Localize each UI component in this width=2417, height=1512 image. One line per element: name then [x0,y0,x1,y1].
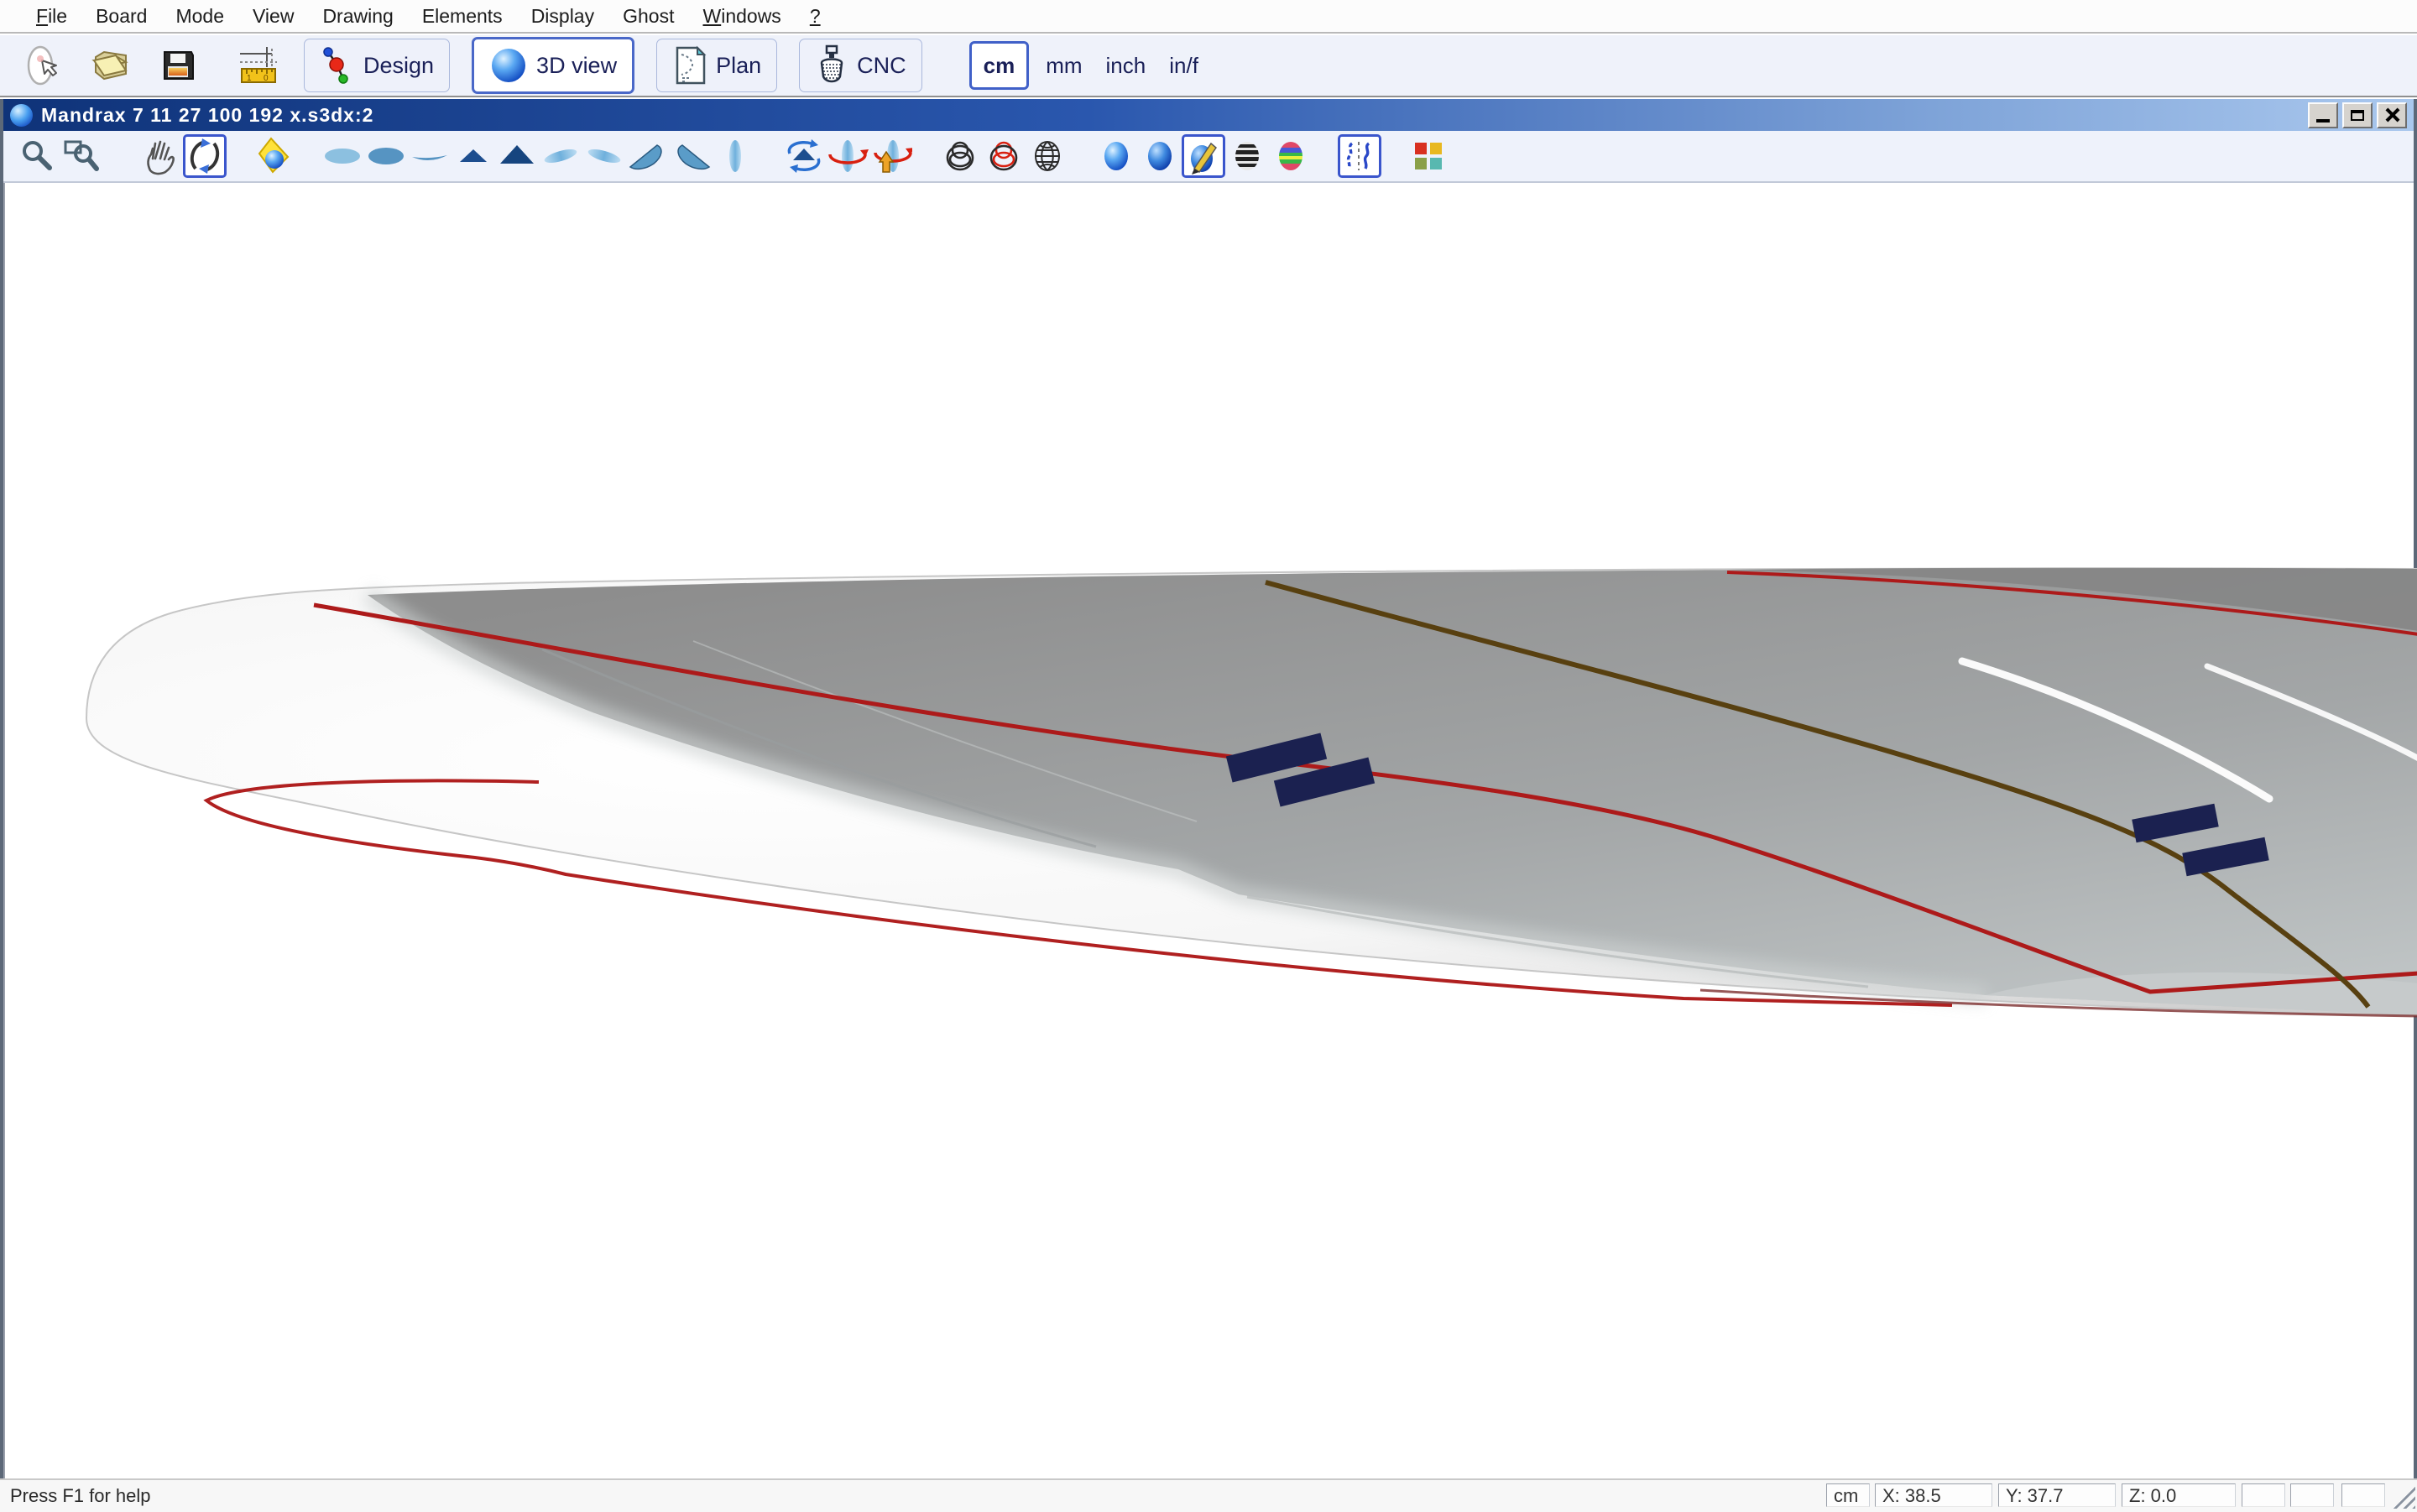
3d-view-mode-label: 3D view [536,53,617,79]
design-mode-label: Design [363,53,434,79]
document-title: Mandrax 7 11 27 100 192 x.s3dx:2 [41,104,2308,127]
zoom-window-icon[interactable] [59,134,102,178]
view-side-icon[interactable] [408,134,452,178]
status-z-coordinate: Z: 0.0 [2122,1483,2236,1507]
orbit-view-icon[interactable] [782,134,826,178]
zoom-icon[interactable] [15,134,59,178]
app-icon [10,104,33,127]
zebra-analysis-icon[interactable] [1225,134,1269,178]
view-tilt-left-icon[interactable] [539,134,582,178]
svg-text:1: 1 [247,74,252,83]
unit-selector: cm mm inch in/f [969,41,1210,90]
view-front-small-icon[interactable] [452,134,495,178]
view-front-icon[interactable] [495,134,539,178]
resize-grip[interactable] [2392,1485,2415,1509]
wireframe-mesh-icon[interactable] [1026,134,1069,178]
main-toolbar: 1 0 Design 3D view Plan [0,35,2417,97]
view-three-quarter-right-icon[interactable] [670,134,713,178]
status-unit: cm [1826,1483,1870,1507]
status-extra-panel [2242,1483,2285,1507]
menu-view[interactable]: View [238,5,308,28]
menu-display[interactable]: Display [517,5,608,28]
unit-cm[interactable]: cm [969,41,1030,90]
status-extra-panel [2290,1483,2334,1507]
cnc-icon [815,44,848,86]
light-source-icon[interactable] [252,134,295,178]
menu-bar: File Board Mode View Drawing Elements Di… [0,0,2417,34]
save-icon[interactable] [154,42,201,89]
design-mode-button[interactable]: Design [304,39,450,92]
unit-mm[interactable]: mm [1034,53,1094,79]
status-y-coordinate: Y: 37.7 [1998,1483,2116,1507]
view-outline-front-icon[interactable] [713,134,757,178]
measurements-icon[interactable]: 1 0 [235,42,282,89]
document-window: Mandrax 7 11 27 100 192 x.s3dx:2 [0,99,2417,1478]
plan-mode-label: Plan [716,53,761,79]
view-bottom-icon[interactable] [364,134,408,178]
pointer-tool-icon[interactable] [20,42,67,89]
flip-vertical-icon[interactable] [869,134,913,178]
plan-icon [672,44,707,86]
view-three-quarter-left-icon[interactable] [626,134,670,178]
menu-windows[interactable]: Windows [688,5,795,28]
cnc-mode-label: CNC [857,53,906,79]
plan-mode-button[interactable]: Plan [656,39,777,92]
menu-help[interactable]: ? [796,5,835,28]
design-icon [320,44,355,87]
document-titlebar[interactable]: Mandrax 7 11 27 100 192 x.s3dx:2 [3,99,2414,131]
status-extra-panel [2341,1483,2385,1507]
menu-drawing[interactable]: Drawing [308,5,407,28]
menu-ghost[interactable]: Ghost [608,5,688,28]
spin-horizontal-icon[interactable] [826,134,869,178]
3d-view-mode-button[interactable]: 3D view [472,37,634,94]
wireframe-slices-icon[interactable] [982,134,1026,178]
board-3d-render [5,183,2417,1478]
maximize-icon [2351,110,2364,121]
menu-mode[interactable]: Mode [161,5,238,28]
view-deck-icon[interactable] [321,134,364,178]
curvature-map-icon[interactable] [1269,134,1313,178]
close-button[interactable] [2377,102,2407,128]
rotate-3d-icon[interactable] [183,134,227,178]
close-icon [2384,107,2399,123]
unit-inf[interactable]: in/f [1157,53,1210,79]
render-shaded-icon[interactable] [1138,134,1182,178]
menu-file[interactable]: File [22,5,81,28]
color-palette-icon[interactable] [1407,134,1450,178]
open-folder-icon[interactable] [87,42,134,89]
3d-viewport[interactable] [3,183,2414,1478]
svg-text:0: 0 [264,74,269,83]
wireframe-icon[interactable] [938,134,982,178]
menu-elements[interactable]: Elements [408,5,517,28]
status-help-text: Press F1 for help [10,1485,151,1507]
view-toolbar [3,131,2414,183]
pan-icon[interactable] [139,134,183,178]
minimize-icon [2316,119,2330,123]
cnc-mode-button[interactable]: CNC [799,39,922,92]
status-x-coordinate: X: 38.5 [1875,1483,1992,1507]
render-solid-icon[interactable] [1094,134,1138,178]
status-bar: Press F1 for help cm X: 38.5 Y: 37.7 Z: … [0,1478,2417,1512]
flow-lines-icon[interactable] [1338,134,1381,178]
paint-render-icon[interactable] [1182,134,1225,178]
3d-view-icon [489,46,528,85]
maximize-button[interactable] [2342,102,2373,128]
menu-board[interactable]: Board [81,5,161,28]
unit-inch[interactable]: inch [1094,53,1158,79]
minimize-button[interactable] [2308,102,2338,128]
view-tilt-right-icon[interactable] [582,134,626,178]
